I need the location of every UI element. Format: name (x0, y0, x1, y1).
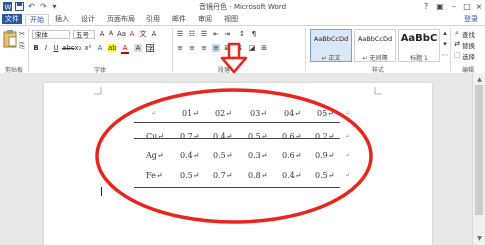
scrollbar-thumb[interactable] (475, 85, 483, 215)
annotation-overlay (95, 42, 373, 224)
highlight-ellipse (95, 88, 373, 224)
down-arrow-icon (220, 42, 248, 74)
scroll-up-icon[interactable]: ▲ (475, 76, 484, 83)
vertical-scrollbar[interactable]: ▲ ▼ (472, 73, 485, 245)
scroll-down-icon[interactable]: ▼ (475, 235, 484, 242)
